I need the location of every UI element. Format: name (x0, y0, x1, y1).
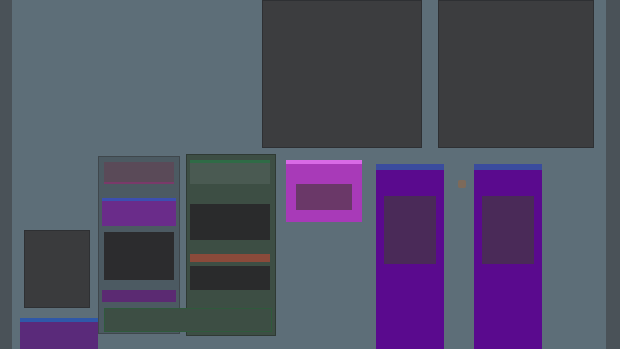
node-panel-header[interactable] (102, 198, 176, 226)
node-panel-content (104, 232, 174, 280)
small-preview-footer[interactable] (20, 318, 98, 349)
right-window-frame (606, 0, 620, 349)
green-panel-divider (190, 254, 270, 262)
purple-column-right-content (482, 196, 534, 264)
green-panel-footer-bar[interactable] (104, 308, 272, 332)
green-panel-title-bar[interactable] (190, 160, 270, 184)
green-panel-content-top (190, 204, 270, 240)
viewport-panel-right[interactable] (438, 0, 594, 148)
purple-column-left-content (384, 196, 436, 264)
left-window-frame (0, 0, 12, 349)
node-panel-footer[interactable] (102, 290, 176, 302)
node-panel-title-bar[interactable] (104, 162, 174, 184)
green-panel-content-bottom (190, 266, 270, 290)
small-preview-panel[interactable] (24, 230, 90, 308)
pink-card-content (296, 184, 352, 210)
viewport-panel-left[interactable] (262, 0, 422, 148)
connector-handle[interactable] (458, 180, 466, 188)
